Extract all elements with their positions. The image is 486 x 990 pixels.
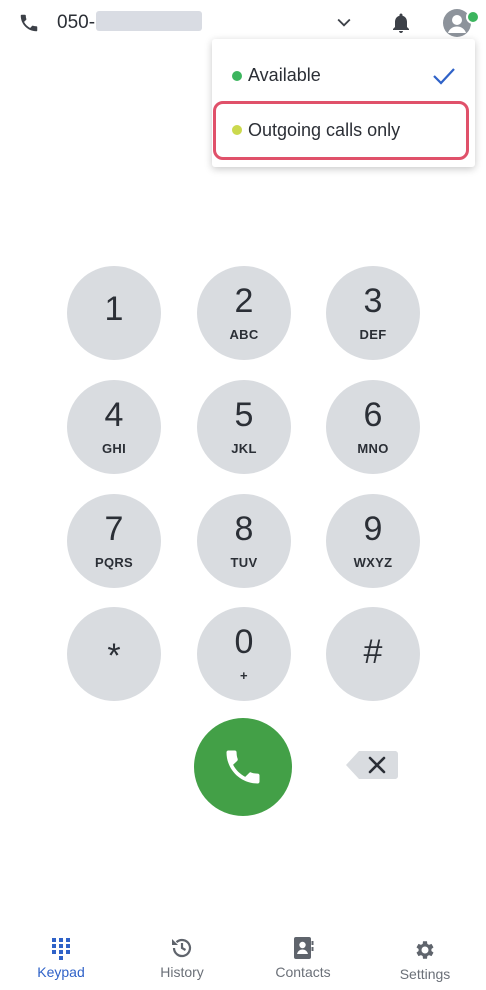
nav-label: Keypad bbox=[37, 964, 85, 980]
history-icon bbox=[170, 936, 194, 960]
key-letters: ABC bbox=[229, 327, 259, 342]
phone-icon bbox=[18, 12, 40, 34]
key-digit: 6 bbox=[363, 396, 383, 434]
contacts-icon bbox=[291, 936, 315, 960]
status-menu: Available Outgoing calls only bbox=[212, 39, 475, 167]
key-letters: TUV bbox=[230, 555, 258, 570]
nav-contacts[interactable]: Contacts bbox=[253, 930, 353, 986]
key-9[interactable]: 9 WXYZ bbox=[326, 494, 420, 588]
key-1[interactable]: 1 bbox=[67, 266, 161, 360]
key-digit: 5 bbox=[234, 396, 254, 434]
key-digit: 7 bbox=[104, 510, 124, 548]
key-digit: 2 bbox=[234, 282, 254, 320]
key-digit: # bbox=[363, 633, 383, 671]
nav-label: Settings bbox=[399, 966, 451, 982]
key-digit: 3 bbox=[363, 282, 383, 320]
nav-settings[interactable]: Settings bbox=[375, 932, 475, 988]
status-option-available[interactable]: Available bbox=[212, 47, 475, 103]
key-star[interactable]: * bbox=[67, 607, 161, 701]
presence-status-dot bbox=[466, 10, 480, 24]
key-4[interactable]: 4 GHI bbox=[67, 380, 161, 474]
checkmark-icon bbox=[432, 65, 456, 87]
key-7[interactable]: 7 PQRS bbox=[67, 494, 161, 588]
available-status-dot bbox=[232, 71, 242, 81]
key-digit: 9 bbox=[363, 510, 383, 548]
backspace-icon[interactable] bbox=[345, 747, 399, 783]
redacted-number bbox=[96, 11, 203, 31]
key-letters: MNO bbox=[357, 441, 389, 456]
key-letters: GHI bbox=[101, 441, 126, 456]
own-phone-number: 050- bbox=[57, 11, 203, 34]
status-option-label: Outgoing calls only bbox=[248, 120, 401, 140]
nav-label: Contacts bbox=[275, 964, 331, 980]
key-8[interactable]: 8 TUV bbox=[197, 494, 291, 588]
key-letters: + bbox=[240, 668, 248, 683]
nav-keypad[interactable]: Keypad bbox=[11, 930, 111, 986]
key-digit: 1 bbox=[104, 290, 124, 328]
bell-icon[interactable] bbox=[389, 10, 413, 36]
key-letters: PQRS bbox=[94, 555, 134, 570]
nav-history[interactable]: History bbox=[132, 930, 232, 986]
key-letters: JKL bbox=[231, 441, 257, 456]
key-6[interactable]: 6 MNO bbox=[326, 380, 420, 474]
keypad-icon bbox=[49, 936, 73, 960]
key-0[interactable]: 0 + bbox=[197, 607, 291, 701]
phone-call-icon bbox=[226, 750, 260, 784]
key-hash[interactable]: # bbox=[326, 607, 420, 701]
call-button[interactable] bbox=[194, 718, 292, 816]
status-option-outgoing-only[interactable]: Outgoing calls only bbox=[212, 103, 475, 159]
key-2[interactable]: 2 ABC bbox=[197, 266, 291, 360]
key-5[interactable]: 5 JKL bbox=[197, 380, 291, 474]
phone-number-prefix: 050- bbox=[57, 12, 96, 33]
nav-label: History bbox=[160, 964, 204, 980]
key-digit: 8 bbox=[234, 510, 254, 548]
outgoing-status-dot bbox=[232, 125, 242, 135]
key-letters: WXYZ bbox=[353, 555, 393, 570]
key-letters: DEF bbox=[359, 327, 387, 342]
status-option-label: Available bbox=[248, 65, 321, 85]
key-digit: 0 bbox=[234, 623, 254, 661]
gear-icon bbox=[413, 938, 437, 962]
key-3[interactable]: 3 DEF bbox=[326, 266, 420, 360]
key-digit: * bbox=[107, 637, 121, 675]
chevron-down-icon[interactable] bbox=[334, 12, 354, 32]
key-digit: 4 bbox=[104, 396, 124, 434]
